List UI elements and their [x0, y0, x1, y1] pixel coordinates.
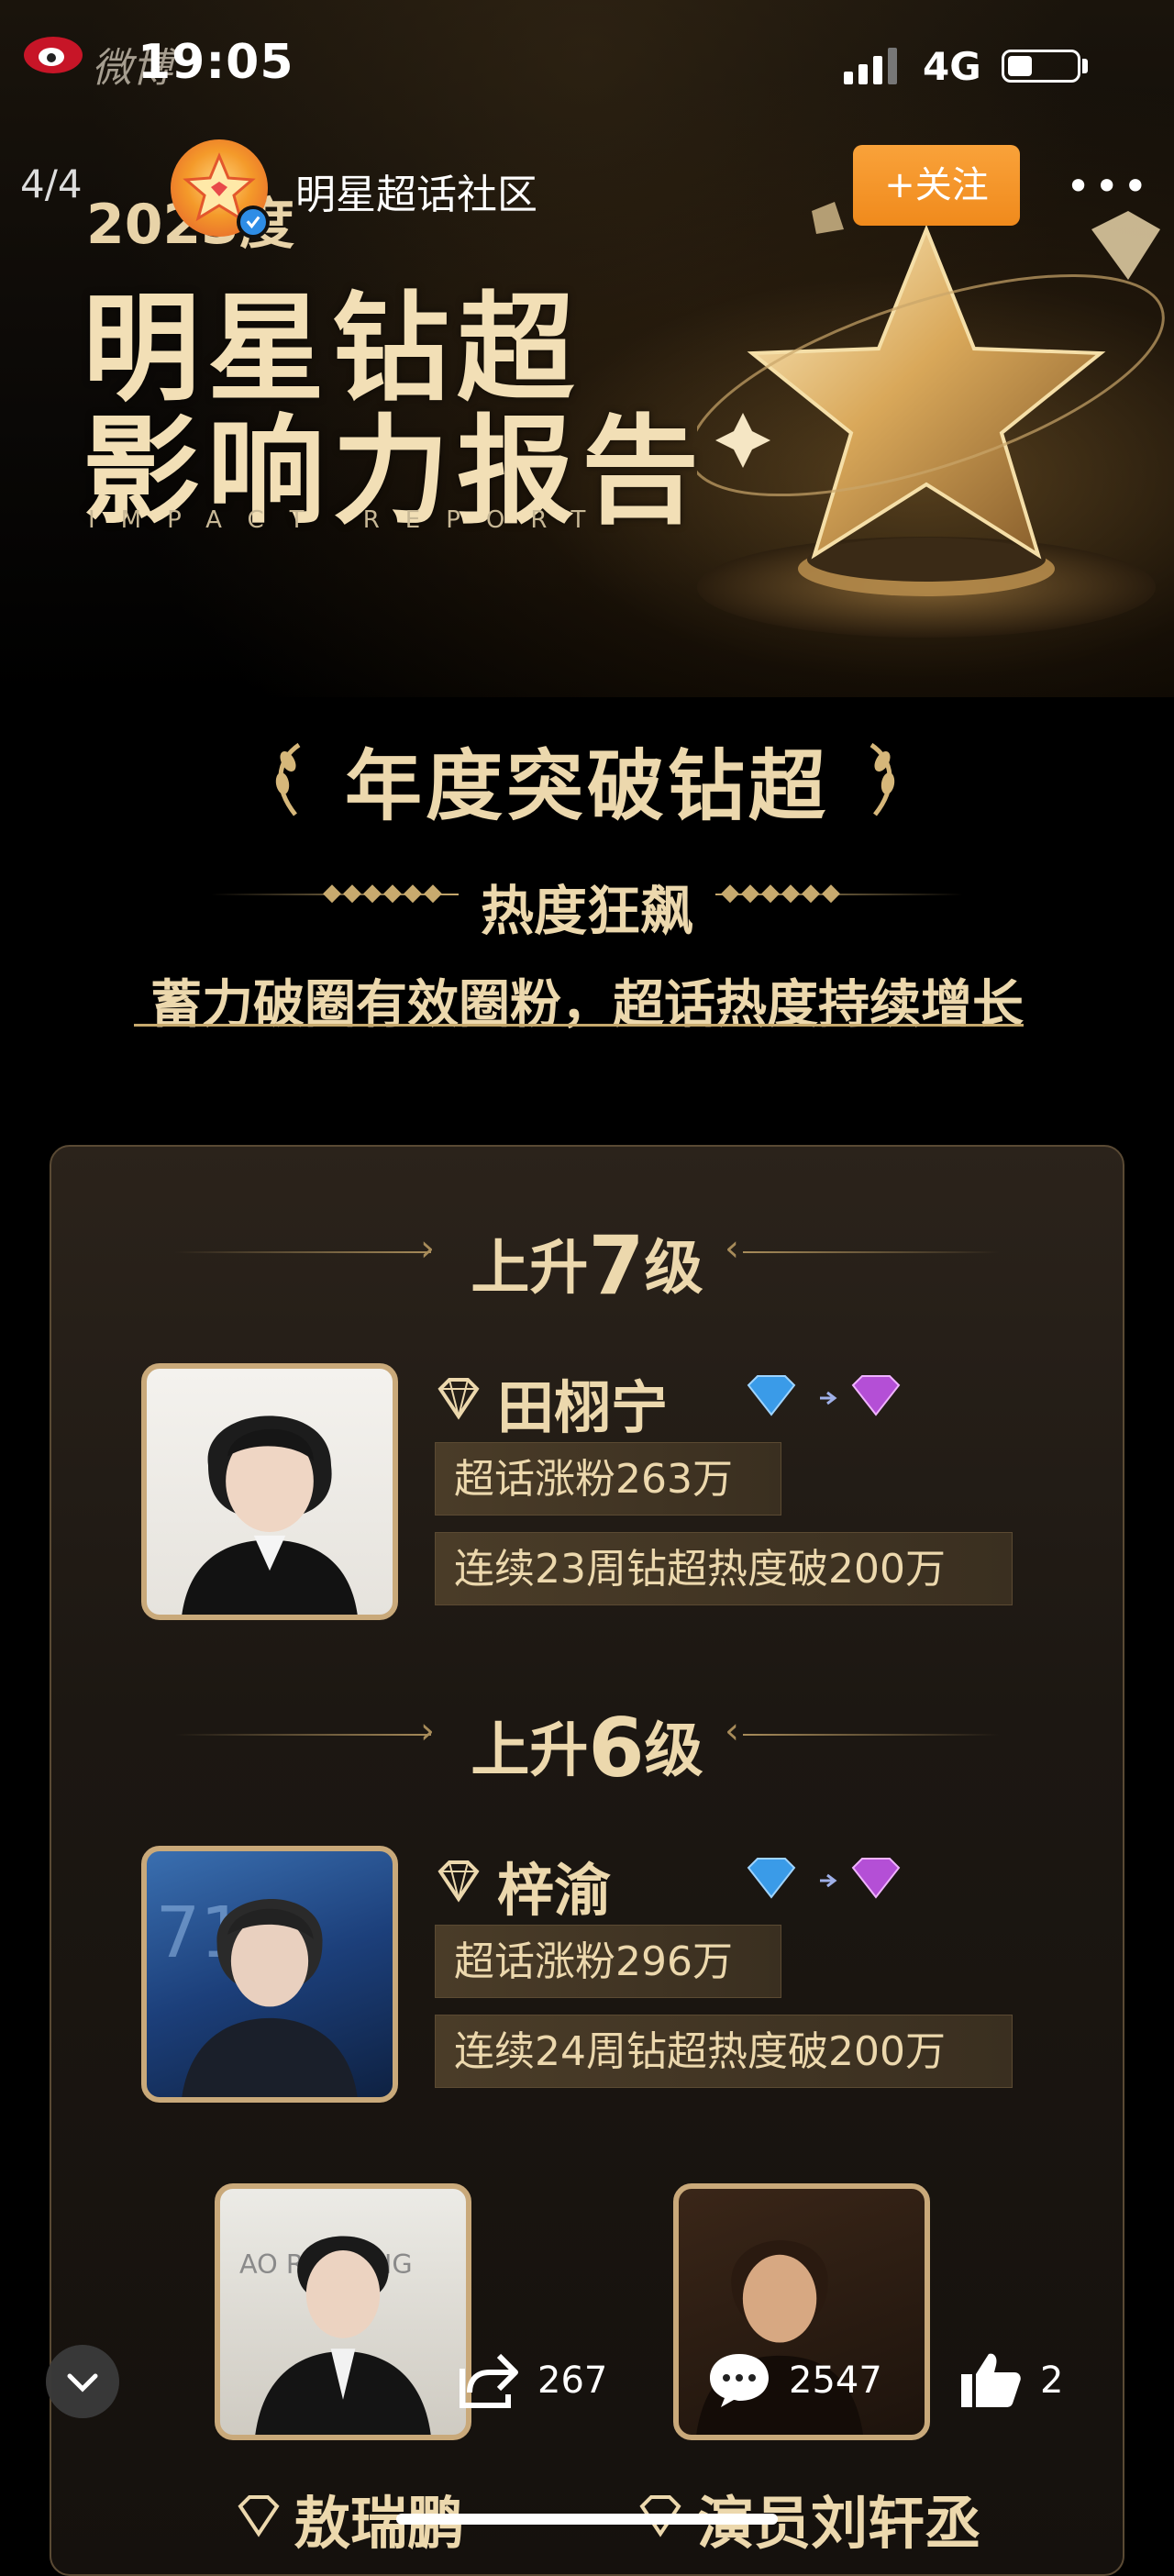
- diamond-icon: [437, 1378, 480, 1420]
- verified-icon: [237, 205, 270, 239]
- battery-tip: [1082, 59, 1088, 73]
- section-subtitle-row: ◆◆◆◆◆◆ 热度狂飙 ◆◆◆◆◆◆: [0, 868, 1174, 942]
- divider-line: [743, 1251, 1000, 1253]
- rank-header: › 上升7级 ‹: [0, 1205, 1174, 1313]
- report-subtitle: IMPACT REPORT: [88, 506, 612, 534]
- star-photo: 71: [141, 1846, 398, 2103]
- share-count: 267: [537, 2359, 608, 2402]
- star-photo: [141, 1363, 398, 1620]
- section-subtitle: 热度狂飙: [480, 880, 693, 942]
- diamond-icon: [238, 2495, 280, 2537]
- rank-header: › 上升6级 ‹: [0, 1688, 1174, 1795]
- rank-prefix: 上升: [471, 1235, 589, 1303]
- divider-line: [743, 1734, 1000, 1736]
- divider-line: [715, 894, 963, 895]
- stat-fans-growth: 超话涨粉263万: [435, 1442, 781, 1516]
- rank-suffix: 级: [644, 1235, 703, 1303]
- battery-icon: [1002, 50, 1080, 83]
- account-name[interactable]: 明星超话社区: [295, 161, 537, 220]
- chevron-left-icon: ‹: [725, 1710, 739, 1752]
- person-photo-icon: 71: [156, 1893, 358, 2097]
- signal-icon: [844, 48, 897, 84]
- weibo-logo-icon: [24, 37, 83, 73]
- star-name: 田栩宁: [497, 1374, 669, 1441]
- home-indicator[interactable]: [396, 2514, 778, 2525]
- tagline-underline: [134, 1024, 1024, 1027]
- comment-count: 2547: [789, 2359, 882, 2402]
- stat-fans-growth: 超话涨粉296万: [435, 1925, 781, 1998]
- like-count: 2: [1040, 2359, 1064, 2402]
- laurel-icon: [869, 742, 895, 816]
- more-icon[interactable]: •••: [1066, 161, 1151, 211]
- rank-number: 6: [588, 1701, 645, 1795]
- rank-label: 上升6级: [0, 1701, 1174, 1795]
- star-name: 梓渝: [497, 1857, 612, 1924]
- divider-dots: ◆◆◆◆◆◆: [721, 879, 842, 906]
- chevron-left-icon: ‹: [725, 1227, 739, 1270]
- chevron-down-icon[interactable]: [46, 2345, 119, 2418]
- rank-prefix: 上升: [471, 1717, 589, 1785]
- post-image-viewer: 2023度 明星钻超 影响力报告 IMPACT REPORT 微博 19:05 …: [0, 0, 1174, 2576]
- diamond-icon: [437, 1860, 480, 1903]
- network-type: 4G: [923, 44, 981, 89]
- rank-label: 上升7级: [0, 1218, 1174, 1313]
- person-photo-icon: [182, 1416, 358, 1615]
- comment-icon[interactable]: [706, 2350, 772, 2409]
- gold-star-trophy-icon: [697, 202, 1165, 638]
- report-banner: 2023度 明星钻超 影响力报告 IMPACT REPORT: [0, 0, 1174, 697]
- level-gem-icon: [747, 1858, 901, 1899]
- stat-heat-streak: 连续23周钻超热度破200万: [435, 1532, 1013, 1605]
- page-indicator: 4/4: [20, 161, 83, 206]
- person-photo-icon: AO RUI PENG: [239, 2236, 431, 2435]
- rank-suffix: 级: [644, 1717, 703, 1785]
- share-icon[interactable]: [457, 2350, 521, 2409]
- rank-number: 7: [588, 1218, 645, 1313]
- follow-button[interactable]: +关注: [853, 145, 1020, 226]
- like-icon[interactable]: [958, 2350, 1024, 2409]
- star-photo: AO RUI PENG: [215, 2183, 471, 2440]
- status-time: 19:05: [138, 35, 294, 90]
- stat-heat-streak: 连续24周钻超热度破200万: [435, 2015, 1013, 2088]
- section-title: 年度突破钻超: [344, 741, 829, 831]
- level-gem-icon: [747, 1375, 901, 1416]
